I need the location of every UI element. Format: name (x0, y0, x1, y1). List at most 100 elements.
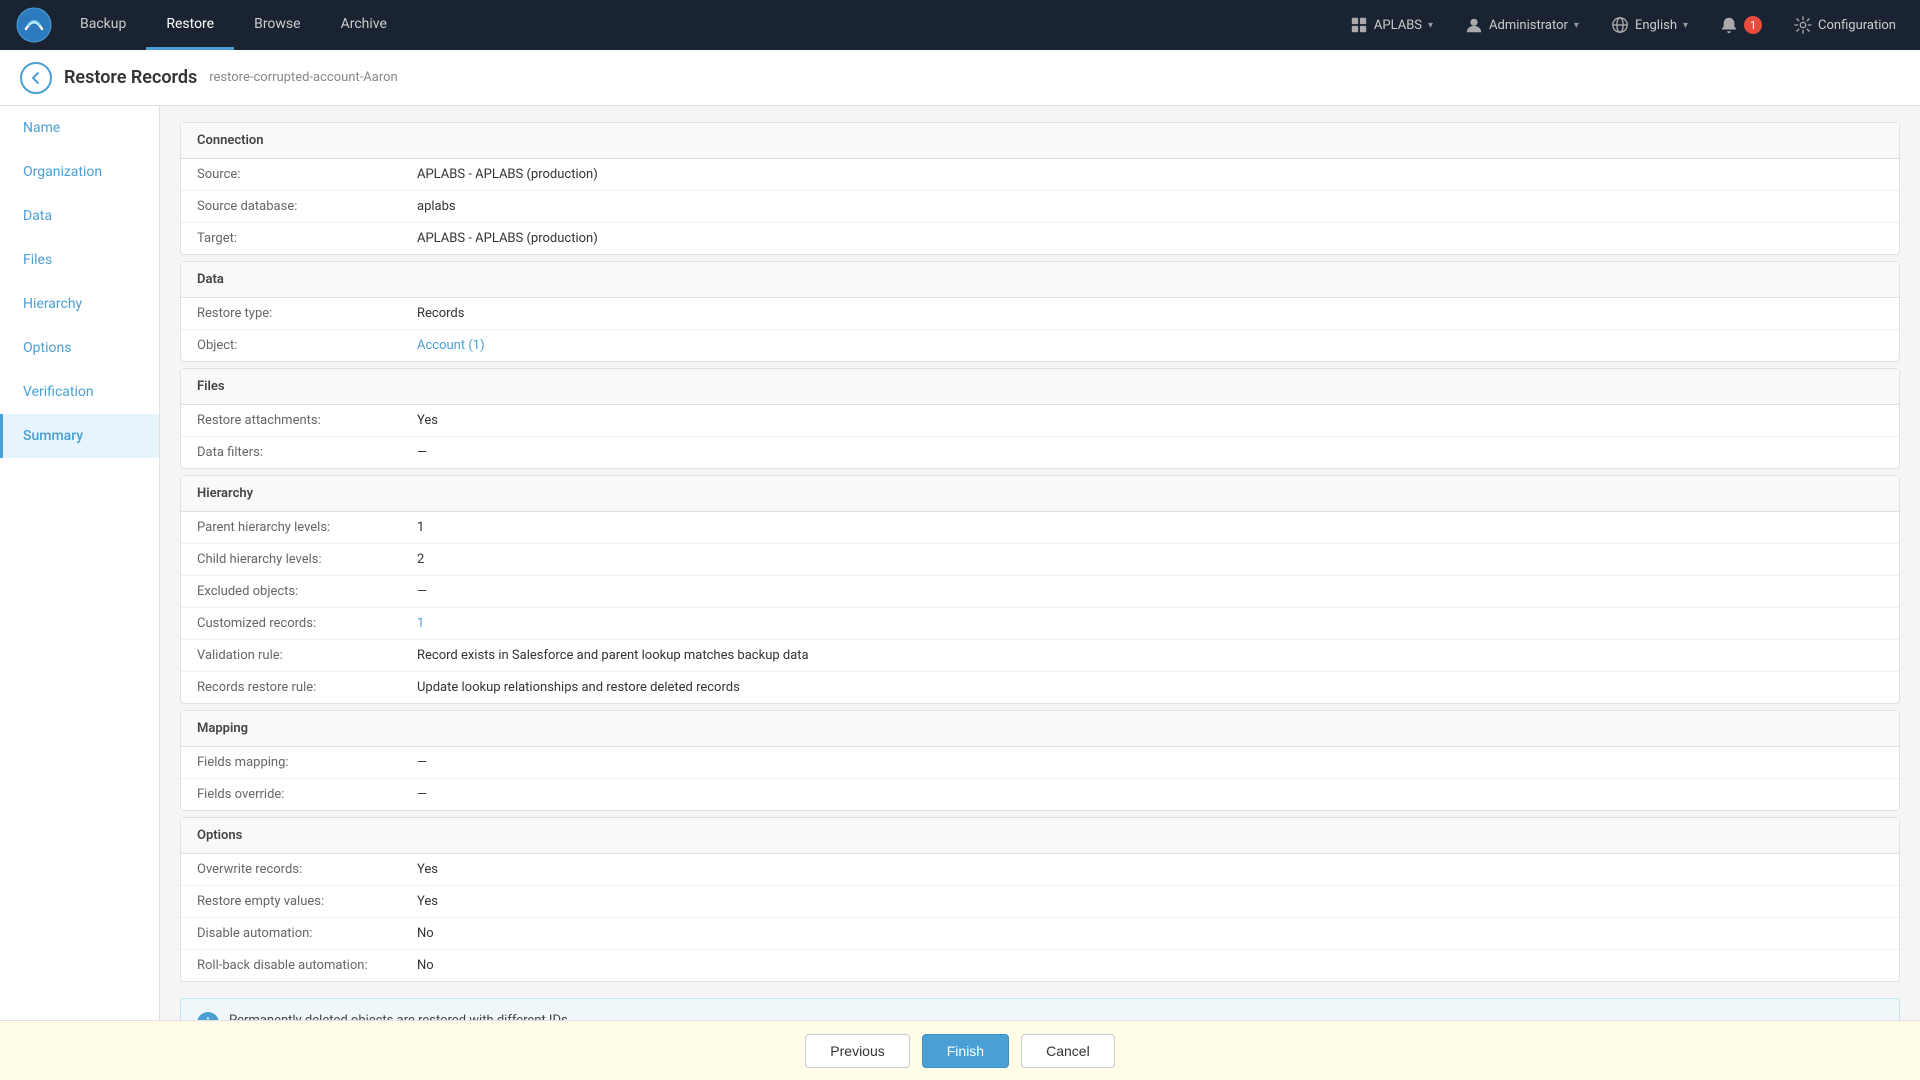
disable-automation-value: No (417, 926, 434, 941)
field-excluded-objects: Excluded objects: — (181, 576, 1899, 608)
lang-chevron: ▾ (1683, 20, 1688, 31)
rollback-disable-automation-label: Roll-back disable automation: (197, 958, 417, 973)
data-filters-value: — (417, 445, 427, 460)
field-parent-levels: Parent hierarchy levels: 1 (181, 512, 1899, 544)
field-data-filters: Data filters: — (181, 437, 1899, 468)
overwrite-records-label: Overwrite records: (197, 862, 417, 877)
main-layout: Name Organization Data Files Hierarchy O… (0, 106, 1920, 1020)
notification-bell[interactable]: 1 (1712, 12, 1770, 38)
field-rollback-disable-automation: Roll-back disable automation: No (181, 950, 1899, 981)
field-source: Source: APLABS - APLABS (production) (181, 159, 1899, 191)
source-db-value: aplabs (417, 199, 456, 214)
language-selector[interactable]: English ▾ (1603, 12, 1696, 38)
restore-empty-values-label: Restore empty values: (197, 894, 417, 909)
data-header: Data (181, 262, 1899, 298)
info-line1: Permanently deleted objects are restored… (229, 1013, 571, 1020)
user-selector[interactable]: Administrator ▾ (1457, 12, 1587, 38)
sidebar-item-verification[interactable]: Verification (0, 370, 159, 414)
configuration-label: Configuration (1818, 18, 1896, 33)
excluded-objects-label: Excluded objects: (197, 584, 417, 599)
sidebar-item-data[interactable]: Data (0, 194, 159, 238)
user-label: Administrator (1489, 18, 1568, 33)
field-records-restore-rule: Records restore rule: Update lookup rela… (181, 672, 1899, 703)
info-icon: i (197, 1012, 219, 1020)
field-target: Target: APLABS - APLABS (production) (181, 223, 1899, 254)
sidebar-item-options[interactable]: Options (0, 326, 159, 370)
child-levels-label: Child hierarchy levels: (197, 552, 417, 567)
restore-attachments-label: Restore attachments: (197, 413, 417, 428)
hierarchy-section: Hierarchy Parent hierarchy levels: 1 Chi… (180, 475, 1900, 704)
options-header: Options (181, 818, 1899, 854)
field-customized-records: Customized records: 1 (181, 608, 1899, 640)
page-subtitle: restore-corrupted-account-Aaron (209, 70, 397, 85)
customized-records-label: Customized records: (197, 616, 417, 631)
fields-mapping-label: Fields mapping: (197, 755, 417, 770)
sidebar-item-organization[interactable]: Organization (0, 150, 159, 194)
page-title: Restore Records (64, 67, 197, 88)
overwrite-records-value: Yes (417, 862, 438, 877)
field-restore-type: Restore type: Records (181, 298, 1899, 330)
nav-tab-archive[interactable]: Archive (321, 0, 407, 50)
source-db-label: Source database: (197, 199, 417, 214)
hierarchy-body: Parent hierarchy levels: 1 Child hierarc… (181, 512, 1899, 703)
org-selector[interactable]: APLABS ▾ (1342, 12, 1441, 38)
field-overwrite-records: Overwrite records: Yes (181, 854, 1899, 886)
restore-type-value: Records (417, 306, 464, 321)
mapping-body: Fields mapping: — Fields override: — (181, 747, 1899, 810)
hierarchy-header: Hierarchy (181, 476, 1899, 512)
excluded-objects-value: — (417, 584, 427, 599)
finish-button[interactable]: Finish (922, 1034, 1009, 1068)
data-filters-label: Data filters: (197, 445, 417, 460)
org-label: APLABS (1374, 18, 1422, 33)
language-label: English (1635, 18, 1677, 33)
nav-tab-restore[interactable]: Restore (146, 0, 234, 50)
object-value[interactable]: Account (1) (417, 338, 485, 353)
field-source-db: Source database: aplabs (181, 191, 1899, 223)
user-chevron: ▾ (1574, 20, 1579, 31)
target-label: Target: (197, 231, 417, 246)
parent-levels-label: Parent hierarchy levels: (197, 520, 417, 535)
restore-empty-values-value: Yes (417, 894, 438, 909)
sidebar: Name Organization Data Files Hierarchy O… (0, 106, 160, 1020)
info-text: Permanently deleted objects are restored… (229, 1011, 571, 1020)
field-child-levels: Child hierarchy levels: 2 (181, 544, 1899, 576)
fields-override-value: — (417, 787, 427, 802)
footer: Previous Finish Cancel (0, 1020, 1920, 1080)
configuration-link[interactable]: Configuration (1786, 12, 1904, 38)
nav-tab-backup[interactable]: Backup (60, 0, 146, 50)
info-box: i Permanently deleted objects are restor… (180, 998, 1900, 1020)
options-section: Options Overwrite records: Yes Restore e… (180, 817, 1900, 982)
options-body: Overwrite records: Yes Restore empty val… (181, 854, 1899, 981)
cancel-button[interactable]: Cancel (1021, 1034, 1115, 1068)
connection-section: Connection Source: APLABS - APLABS (prod… (180, 122, 1900, 255)
rollback-disable-automation-value: No (417, 958, 434, 973)
nav-tab-browse[interactable]: Browse (234, 0, 320, 50)
source-value: APLABS - APLABS (production) (417, 167, 598, 182)
field-object: Object: Account (1) (181, 330, 1899, 361)
fields-override-label: Fields override: (197, 787, 417, 802)
sidebar-item-name[interactable]: Name (0, 106, 159, 150)
customized-records-value[interactable]: 1 (417, 616, 424, 631)
sidebar-item-files[interactable]: Files (0, 238, 159, 282)
field-fields-override: Fields override: — (181, 779, 1899, 810)
mapping-section: Mapping Fields mapping: — Fields overrid… (180, 710, 1900, 811)
field-disable-automation: Disable automation: No (181, 918, 1899, 950)
org-chevron: ▾ (1428, 20, 1433, 31)
connection-header: Connection (181, 123, 1899, 159)
files-section: Files Restore attachments: Yes Data filt… (180, 368, 1900, 469)
page-header: Restore Records restore-corrupted-accoun… (0, 50, 1920, 106)
back-button[interactable] (20, 62, 52, 94)
field-fields-mapping: Fields mapping: — (181, 747, 1899, 779)
data-section: Data Restore type: Records Object: Accou… (180, 261, 1900, 362)
app-logo[interactable] (16, 7, 52, 43)
sidebar-item-hierarchy[interactable]: Hierarchy (0, 282, 159, 326)
files-header: Files (181, 369, 1899, 405)
field-validation-rule: Validation rule: Record exists in Salesf… (181, 640, 1899, 672)
connection-body: Source: APLABS - APLABS (production) Sou… (181, 159, 1899, 254)
previous-button[interactable]: Previous (805, 1034, 909, 1068)
sidebar-item-summary[interactable]: Summary (0, 414, 159, 458)
top-navigation: Backup Restore Browse Archive APLABS ▾ A… (0, 0, 1920, 50)
main-content: Connection Source: APLABS - APLABS (prod… (160, 106, 1920, 1020)
source-label: Source: (197, 167, 417, 182)
files-body: Restore attachments: Yes Data filters: — (181, 405, 1899, 468)
